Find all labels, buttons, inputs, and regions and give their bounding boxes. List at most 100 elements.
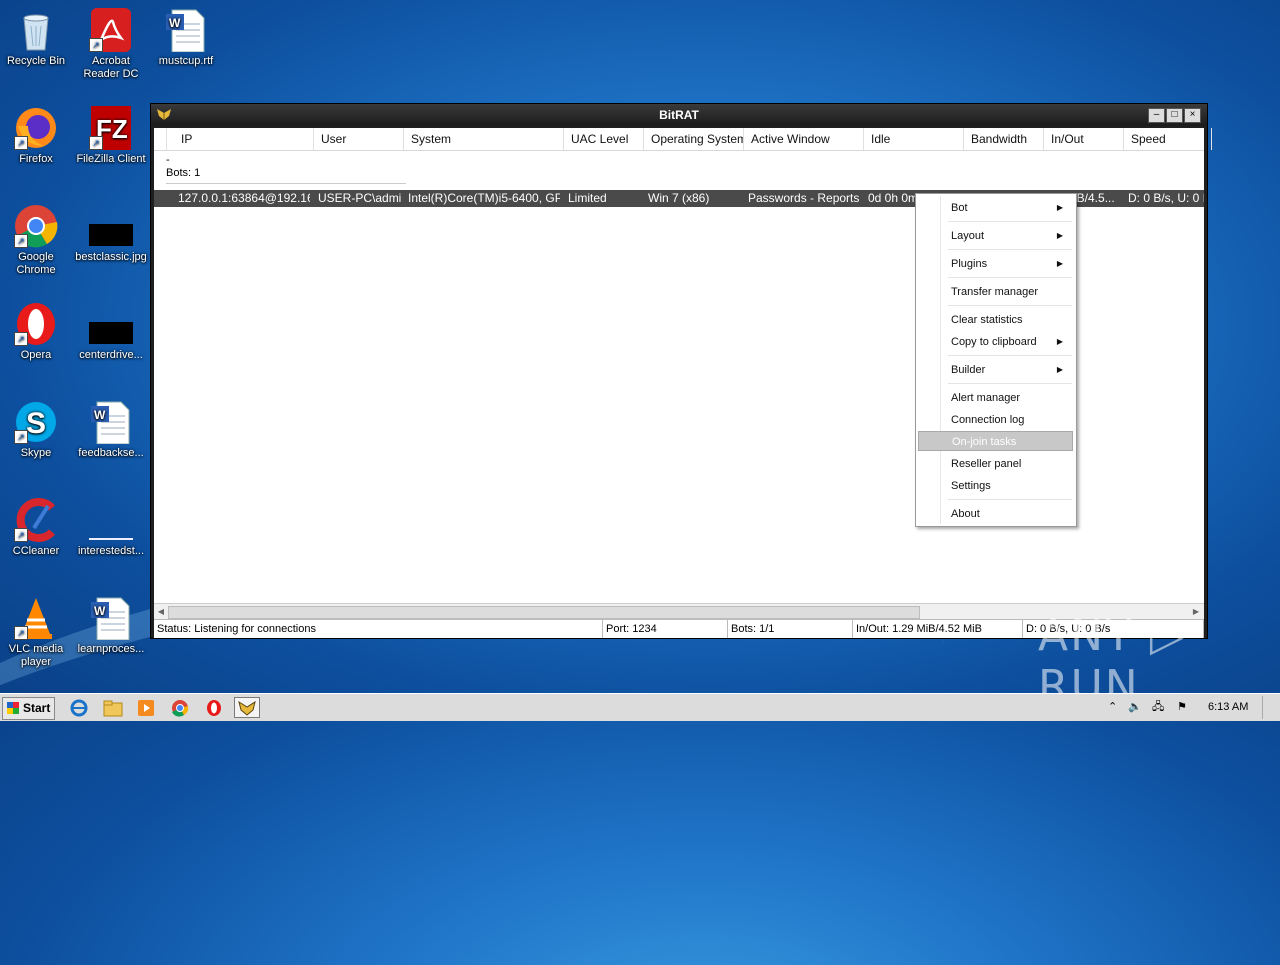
action-center-flag-icon[interactable]: ⚑ (1177, 694, 1187, 721)
menu-item-label: Alert manager (951, 392, 1021, 404)
menu-item-connection-log[interactable]: Connection log (918, 410, 1073, 430)
desktop-icon-learnproces[interactable]: W learnproces... (75, 596, 147, 656)
desktop-icon-firefox[interactable]: ↗ Firefox (0, 106, 72, 166)
taskbar-media-player-icon[interactable] (133, 697, 159, 718)
desktop-icon-label: mustcup.rtf (158, 55, 214, 67)
desktop-icon-label: centerdrive... (79, 349, 143, 361)
start-label: Start (23, 701, 51, 715)
cell-ip: 127.0.0.1:63864@192.16... (178, 191, 310, 205)
status-text: Status: Listening for connections (154, 620, 603, 638)
menu-item-clear-statistics[interactable]: Clear statistics (918, 310, 1073, 330)
desktop-icon-label: CCleaner (12, 545, 60, 557)
menu-separator (948, 355, 1072, 356)
column-header-uac[interactable]: UAC Level (563, 128, 644, 150)
shortcut-arrow-icon: ↗ (89, 38, 103, 52)
column-header-row: IP User System UAC Level Operating Syste… (154, 128, 1212, 151)
desktop-icon-feedbackse[interactable]: W feedbackse... (75, 400, 147, 460)
cell-speed: D: 0 B/s, U: 0 B (1128, 191, 1204, 205)
taskbar-explorer-icon[interactable] (100, 697, 126, 718)
taskbar-opera-icon[interactable] (201, 697, 227, 718)
shortcut-arrow-icon: ↗ (89, 136, 103, 150)
clock[interactable]: 6:13 AM (1208, 694, 1248, 721)
menu-item-settings[interactable]: Settings (918, 476, 1073, 496)
desktop-icon-ccleaner[interactable]: ↗ CCleaner (0, 498, 72, 558)
menu-separator (948, 277, 1072, 278)
menu-item-builder[interactable]: Builder ▶ (918, 360, 1073, 380)
minimize-button[interactable]: – (1148, 108, 1165, 123)
desktop-icon-skype[interactable]: S ↗ Skype (0, 400, 72, 460)
taskbar-bitrat-icon[interactable] (234, 697, 260, 718)
menu-item-plugins[interactable]: Plugins ▶ (918, 254, 1073, 274)
svg-text:W: W (94, 604, 106, 618)
windows-flag-icon (7, 702, 19, 714)
taskbar-ie-icon[interactable] (66, 697, 92, 718)
desktop-icon-interestedst[interactable]: interestedst... (75, 498, 147, 558)
group-label: - (166, 154, 170, 166)
column-header-idle[interactable]: Idle (863, 128, 964, 150)
svg-text:W: W (94, 408, 106, 422)
ccleaner-icon: ↗ (14, 498, 58, 542)
desktop-icon-recycle-bin[interactable]: Recycle Bin (0, 8, 72, 68)
menu-item-label: Builder (951, 364, 986, 376)
desktop-icon-label: feedbackse... (78, 447, 144, 459)
acrobat-icon: ↗ (89, 8, 133, 52)
group-header[interactable]: - Bots: 1 (166, 154, 200, 180)
menu-item-reseller-panel[interactable]: Reseller panel (918, 454, 1073, 474)
window-titlebar[interactable]: BitRAT – □ × (151, 104, 1207, 126)
menu-item-bot[interactable]: Bot ▶ (918, 198, 1073, 218)
show-desktop-button[interactable] (1262, 696, 1277, 719)
column-header-ip[interactable]: IP (173, 128, 314, 150)
desktop-icon-label: Recycle Bin (6, 55, 66, 67)
menu-item-copy-to-clipboard[interactable]: Copy to clipboard ▶ (918, 332, 1073, 352)
taskbar-chrome-icon[interactable] (167, 697, 193, 718)
shortcut-arrow-icon: ↗ (14, 626, 28, 640)
group-divider (166, 183, 406, 184)
column-header-inout[interactable]: In/Out (1043, 128, 1124, 150)
desktop-icon-bestclassic[interactable]: bestclassic.jpg (75, 204, 147, 264)
column-header-system[interactable]: System (403, 128, 564, 150)
menu-separator (948, 499, 1072, 500)
image-file-icon (89, 302, 133, 346)
desktop-icon-chrome[interactable]: ↗ Google Chrome (0, 204, 72, 277)
column-header-spacer (154, 128, 167, 150)
menu-item-label: Bot (951, 202, 968, 214)
menu-item-transfer-manager[interactable]: Transfer manager (918, 282, 1073, 302)
column-header-active-window[interactable]: Active Window (743, 128, 864, 150)
volume-icon[interactable]: 🔈 (1128, 694, 1142, 721)
column-header-os[interactable]: Operating System (643, 128, 744, 150)
tray-expand-icon[interactable]: ⌃ (1108, 694, 1117, 721)
desktop-icon-acrobat[interactable]: ↗ Acrobat Reader DC (75, 8, 147, 81)
column-header-user[interactable]: User (313, 128, 404, 150)
cell-user: USER-PC\admin (318, 191, 402, 205)
submenu-arrow-icon: ▶ (1056, 231, 1063, 240)
maximize-button[interactable]: □ (1166, 108, 1183, 123)
shortcut-arrow-icon: ↗ (14, 136, 28, 150)
desktop-icon-mustcup[interactable]: W mustcup.rtf (150, 8, 222, 68)
desktop-icon-vlc[interactable]: ↗ VLC media player (0, 596, 72, 669)
menu-item-label: Settings (951, 480, 991, 492)
cell-active-window: Passwords - Reports (748, 191, 860, 205)
desktop-icon-label: learnproces... (77, 643, 145, 655)
network-icon[interactable]: 🖧 (1152, 694, 1164, 721)
desktop-icon-label: Acrobat Reader DC (83, 55, 139, 80)
close-button[interactable]: × (1184, 108, 1201, 123)
firefox-icon: ↗ (14, 106, 58, 150)
menu-item-layout[interactable]: Layout ▶ (918, 226, 1073, 246)
image-file-icon (89, 204, 133, 248)
menu-item-label: About (951, 508, 980, 520)
menu-item-label: On-join tasks (952, 436, 1017, 448)
column-header-speed[interactable]: Speed (1123, 128, 1212, 150)
recycle-bin-icon (14, 8, 58, 52)
desktop-icon-opera[interactable]: ↗ Opera (0, 302, 72, 362)
start-button[interactable]: Start (2, 697, 55, 720)
scroll-left-arrow-icon[interactable]: ◀ (155, 605, 167, 618)
desktop-icon-filezilla[interactable]: FZ ↗ FileZilla Client (75, 106, 147, 166)
menu-item-alert-manager[interactable]: Alert manager (918, 388, 1073, 408)
scrollbar-thumb[interactable] (168, 606, 920, 619)
menu-item-about[interactable]: About (918, 504, 1073, 524)
shortcut-arrow-icon: ↗ (14, 430, 28, 444)
desktop-icon-label: FileZilla Client (76, 153, 146, 165)
desktop-icon-centerdrive[interactable]: centerdrive... (75, 302, 147, 362)
menu-item-on-join-tasks[interactable]: On-join tasks (918, 431, 1073, 451)
column-header-bandwidth[interactable]: Bandwidth (963, 128, 1044, 150)
